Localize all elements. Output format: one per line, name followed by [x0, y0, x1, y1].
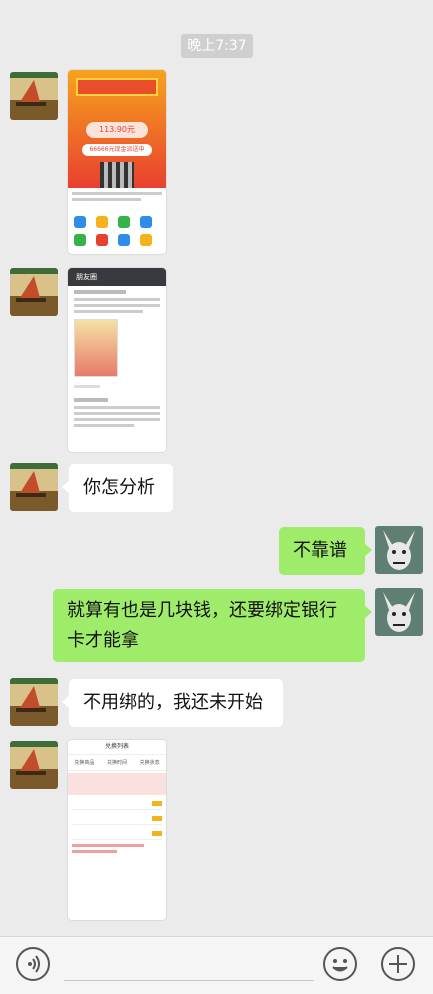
promo-cash: 66666元现金派送中 — [82, 144, 152, 156]
moments-post-image — [74, 319, 118, 377]
promo-text-lines — [68, 192, 166, 214]
contact-avatar[interactable] — [10, 463, 58, 511]
my-avatar[interactable] — [375, 588, 423, 636]
image-message-exchange-list[interactable]: 兑换列表 兑换商品 兑换时间 兑换状态 — [68, 740, 166, 920]
image-message-moments[interactable]: 朋友圈 — [68, 268, 166, 452]
exchange-col: 兑换状态 — [139, 760, 160, 766]
exchange-columns: 兑换商品 兑换时间 兑换状态 — [68, 755, 166, 771]
message-input[interactable] — [64, 980, 314, 981]
exchange-col: 兑换商品 — [74, 760, 95, 766]
contact-avatar[interactable] — [10, 678, 58, 726]
my-avatar[interactable] — [375, 526, 423, 574]
contact-avatar[interactable] — [10, 268, 58, 316]
emoji-icon[interactable] — [323, 947, 357, 981]
timestamp: 晚上7:37 — [181, 34, 253, 58]
message-bubble-received[interactable]: 你怎分析 — [62, 464, 173, 512]
input-toolbar — [0, 936, 433, 994]
exchange-header: 兑换列表 — [68, 740, 166, 755]
message-bubble-received[interactable]: 不用绑的，我还未开始 — [62, 679, 283, 727]
voice-icon[interactable] — [16, 947, 50, 981]
qr-code — [100, 162, 134, 188]
moments-header: 朋友圈 — [68, 268, 166, 286]
image-message-promo[interactable]: 113.90元 66666元现金派送中 — [68, 70, 166, 254]
promo-title-block — [76, 78, 158, 96]
message-bubble-sent[interactable]: 不靠谱 — [279, 527, 372, 575]
promo-banner: 113.90元 66666元现金派送中 — [68, 70, 166, 188]
message-bubble-sent[interactable]: 就算有也是几块钱，还要绑定银行卡才能拿 — [53, 589, 372, 662]
exchange-rows — [68, 797, 166, 855]
app-icon-grid — [68, 214, 166, 248]
promo-amount: 113.90元 — [86, 122, 148, 138]
contact-avatar[interactable] — [10, 72, 58, 120]
plus-icon[interactable] — [381, 947, 415, 981]
exchange-notice — [68, 773, 166, 795]
contact-avatar[interactable] — [10, 741, 58, 789]
moments-post — [68, 286, 166, 431]
exchange-col: 兑换时间 — [106, 760, 127, 766]
